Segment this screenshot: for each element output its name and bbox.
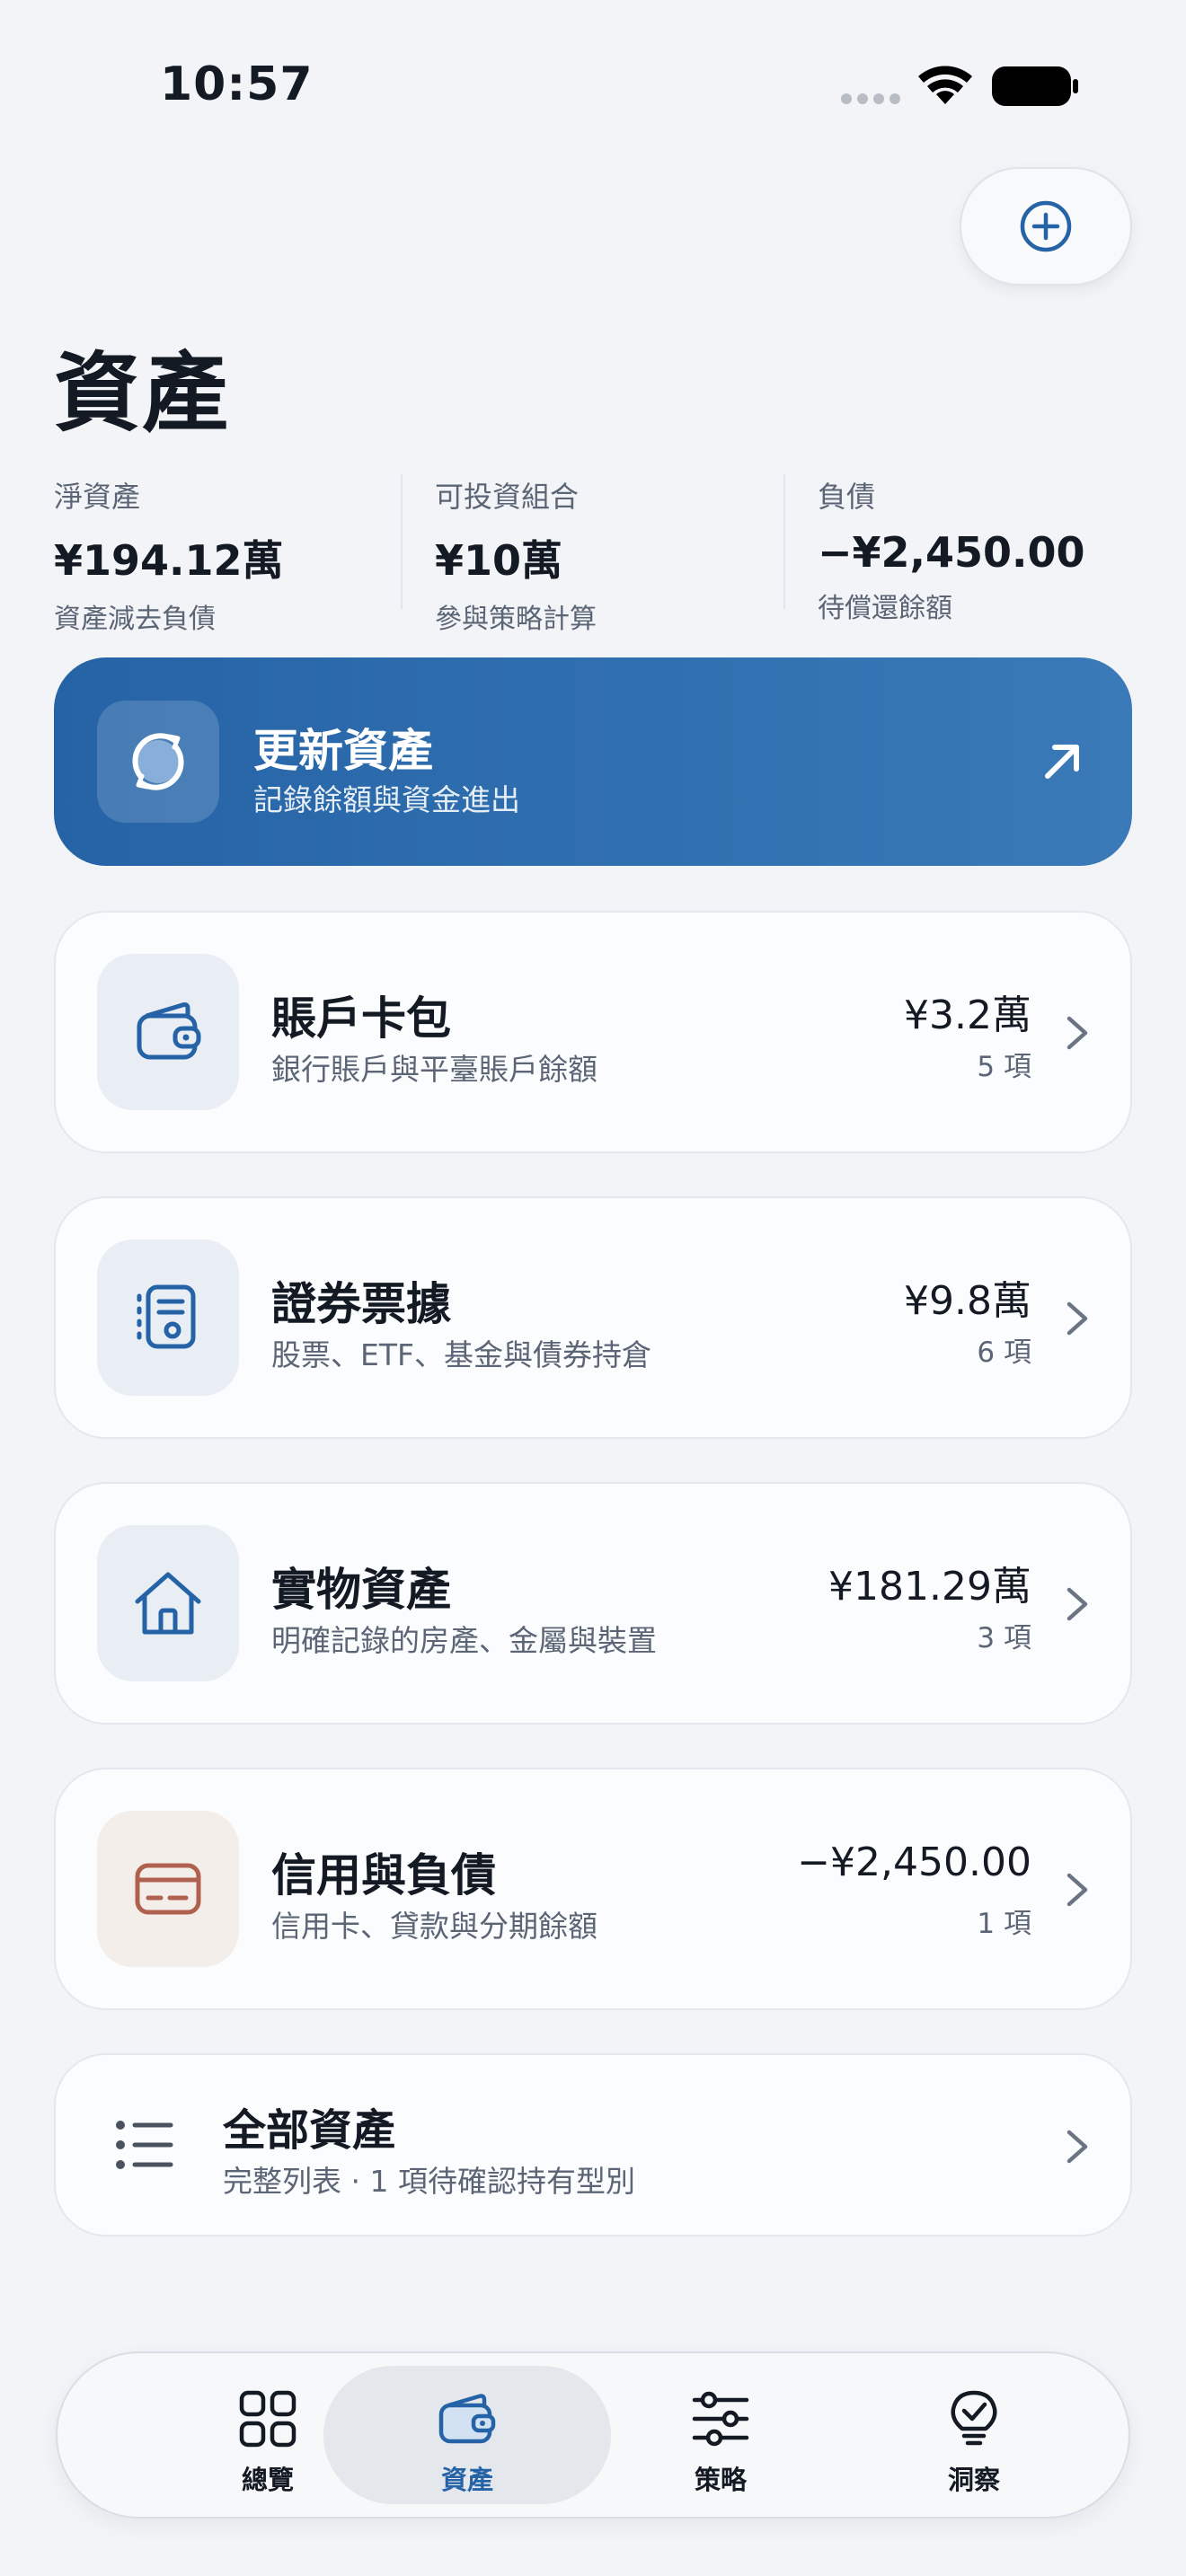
wallet-icon	[137, 1002, 201, 1060]
update-assets-subtitle: 記錄餘額與資金進出	[253, 782, 520, 817]
net-worth-stat: 淨資產 ¥194.12萬 資產減去負債	[54, 474, 413, 636]
category-amount: ¥9.8萬	[904, 1278, 1031, 1324]
status-icons	[841, 66, 1078, 106]
all-assets-button[interactable]: 全部資產 完整列表 · 1 項待確認持有型別	[54, 2053, 1132, 2236]
category-amount: ¥3.2萬	[904, 992, 1031, 1038]
lightbulb-icon	[951, 2390, 997, 2446]
plus-circle-icon	[1020, 200, 1072, 252]
category-amount: ¥181.29萬	[828, 1564, 1031, 1610]
category-card-accounts[interactable]: 賬戶卡包 銀行賬戶與平臺賬戶餘額 ¥3.2萬 5 項	[54, 911, 1132, 1153]
house-icon	[135, 1572, 201, 1635]
category-subtitle: 明確記錄的房產、金屬與裝置	[271, 1623, 657, 1658]
category-card-physical[interactable]: 實物資產 明確記錄的房產、金屬與裝置 ¥181.29萬 3 項	[54, 1482, 1132, 1725]
chevron-right-icon	[1067, 1587, 1088, 1621]
cellular-signal-icon	[841, 93, 900, 104]
update-assets-button[interactable]: 更新資產 記錄餘額與資金進出	[54, 657, 1132, 866]
update-assets-title: 更新資產	[253, 725, 433, 777]
chevron-right-icon	[1067, 2130, 1088, 2164]
liabilities-stat: 負債 −¥2,450.00 待償還餘額	[818, 474, 1177, 625]
divider	[401, 474, 403, 609]
stat-note: 待償還餘額	[818, 593, 952, 624]
category-title: 信用與負債	[271, 1849, 496, 1901]
stat-value: ¥10萬	[435, 536, 563, 585]
all-assets-title: 全部資產	[223, 2105, 396, 2156]
tab-label: 洞察	[947, 2465, 1000, 2495]
add-asset-button[interactable]	[960, 167, 1132, 286]
tab-insights[interactable]: 洞察	[830, 2366, 1118, 2504]
sliders-icon	[692, 2391, 749, 2447]
tab-label: 策略	[694, 2465, 747, 2495]
wifi-icon	[918, 66, 972, 104]
tab-assets[interactable]: 資產	[323, 2366, 611, 2504]
category-icon-box	[97, 1811, 239, 1967]
arrow-up-right-icon	[1045, 745, 1079, 779]
category-subtitle: 銀行賬戶與平臺賬戶餘額	[271, 1052, 597, 1087]
category-count: 5 項	[977, 1051, 1031, 1083]
tab-label: 資產	[440, 2465, 493, 2495]
category-icon-box	[97, 1525, 239, 1681]
page-title: 資產	[54, 343, 230, 444]
divider	[783, 474, 785, 609]
category-amount: −¥2,450.00	[797, 1839, 1031, 1885]
refresh-icon	[132, 733, 184, 790]
category-subtitle: 股票、ETF、基金與債券持倉	[271, 1337, 651, 1372]
list-icon	[116, 2121, 173, 2169]
grid-icon	[239, 2390, 296, 2448]
category-icon-box	[97, 954, 239, 1110]
stat-label: 淨資產	[54, 480, 141, 514]
document-icon	[137, 1284, 196, 1349]
category-count: 3 項	[977, 1622, 1031, 1654]
stat-label: 可投資組合	[435, 480, 580, 514]
category-title: 賬戶卡包	[271, 992, 451, 1045]
category-title: 實物資產	[271, 1564, 451, 1616]
update-icon-box	[97, 701, 219, 823]
chevron-right-icon	[1067, 1873, 1088, 1907]
wallet-icon	[438, 2394, 496, 2444]
category-title: 證券票據	[271, 1278, 451, 1330]
stat-value: −¥2,450.00	[818, 528, 1085, 577]
tab-strategy[interactable]: 策略	[577, 2366, 864, 2504]
tab-bar: 總覽 資產 策略 洞察	[56, 2351, 1130, 2519]
status-time: 10:57	[160, 57, 314, 111]
category-icon-box	[97, 1239, 239, 1396]
investable-portfolio-stat: 可投資組合 ¥10萬 參與策略計算	[435, 474, 794, 636]
stat-label: 負債	[818, 480, 876, 514]
category-count: 6 項	[977, 1337, 1031, 1369]
category-card-securities[interactable]: 證券票據 股票、ETF、基金與債券持倉 ¥9.8萬 6 項	[54, 1196, 1132, 1439]
category-card-credit-debt[interactable]: 信用與負債 信用卡、貸款與分期餘額 −¥2,450.00 1 項	[54, 1768, 1132, 2010]
category-subtitle: 信用卡、貸款與分期餘額	[271, 1909, 597, 1944]
credit-card-icon	[135, 1863, 201, 1915]
chevron-right-icon	[1067, 1016, 1088, 1050]
category-count: 1 項	[977, 1908, 1031, 1940]
all-assets-subtitle: 完整列表 · 1 項待確認持有型別	[223, 2164, 635, 2199]
stat-note: 參與策略計算	[435, 604, 597, 635]
stat-value: ¥194.12萬	[54, 536, 284, 585]
battery-icon	[992, 66, 1078, 106]
chevron-right-icon	[1067, 1301, 1088, 1336]
stat-note: 資產減去負債	[54, 604, 216, 635]
